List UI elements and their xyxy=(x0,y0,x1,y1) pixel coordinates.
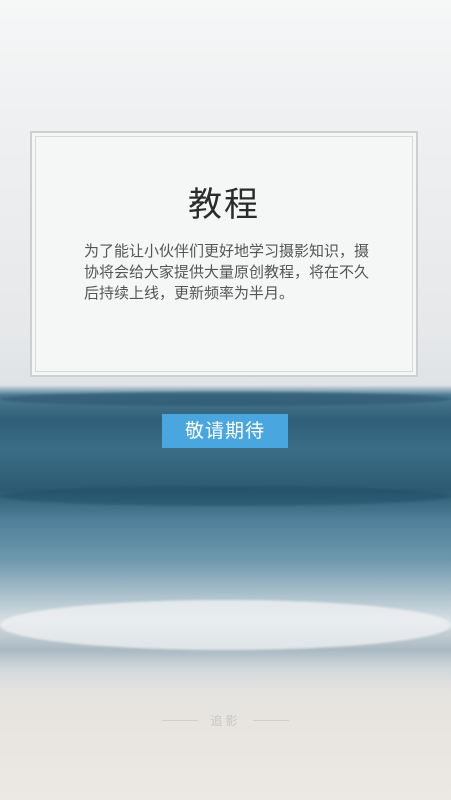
coming-soon-button[interactable]: 敬请期待 xyxy=(162,414,288,448)
foam-decoration xyxy=(0,600,451,650)
card-title: 教程 xyxy=(188,185,260,225)
wave-decoration xyxy=(0,392,451,406)
divider-left xyxy=(162,719,199,721)
divider-right xyxy=(252,719,289,721)
info-card: 教程 为了能让小伙伴们更好地学习摄影知识，摄协将会给大家提供大量原创教程，将在不… xyxy=(30,131,418,377)
card-description: 为了能让小伙伴们更好地学习摄影知识，摄协将会给大家提供大量原创教程，将在不久后持… xyxy=(84,242,370,302)
footer-brand: 追影 xyxy=(0,710,451,730)
wave-decoration xyxy=(0,486,451,506)
brand-label: 追影 xyxy=(210,713,241,728)
